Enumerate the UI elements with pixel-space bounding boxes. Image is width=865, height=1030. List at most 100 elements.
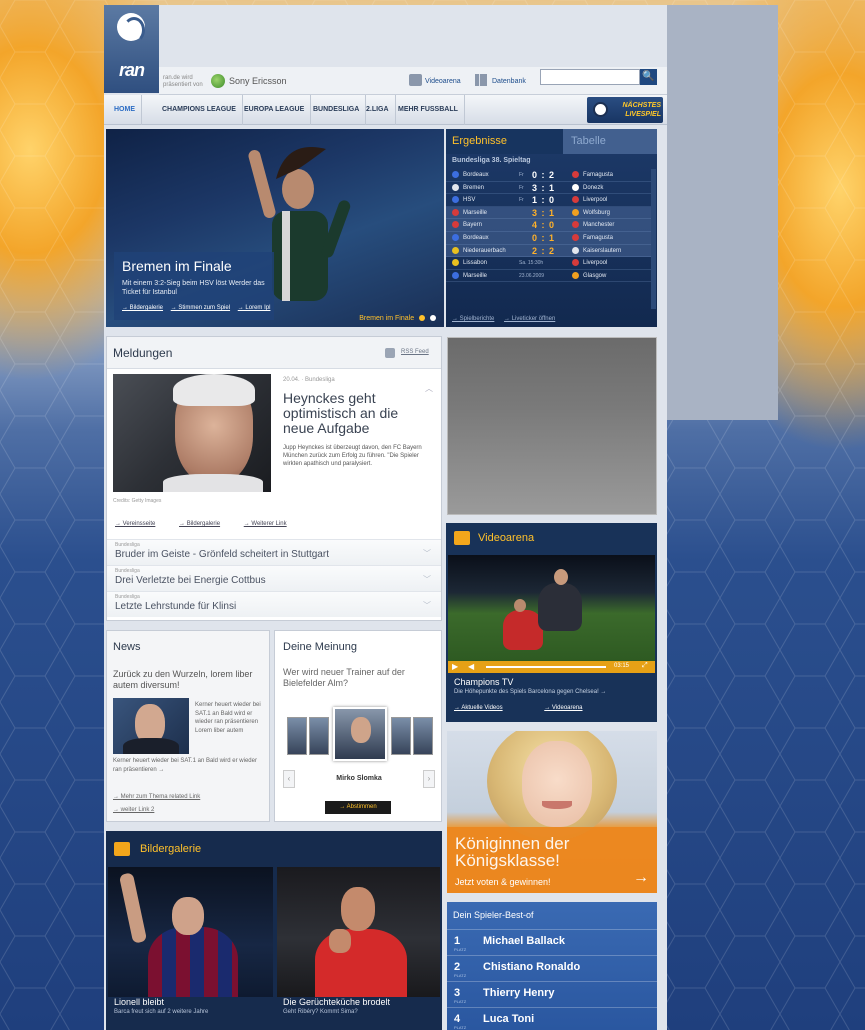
pager-dot-active[interactable] (419, 315, 426, 322)
header-bar: ran.de wird präsentiert von Sony Ericsso… (159, 67, 667, 95)
chevron-down-icon[interactable]: ﹀ (423, 574, 431, 585)
candidate-thumb[interactable] (309, 717, 329, 755)
carousel-next-button[interactable]: › (423, 770, 435, 788)
spielberichte-link[interactable]: → Spielberichte (452, 316, 494, 322)
table-row[interactable]: Bremen Fr 3 : 1 Donezk (446, 182, 651, 195)
videoarena-link[interactable]: Videoarena (425, 78, 461, 85)
search-input[interactable] (540, 69, 640, 85)
nav-item-europa-league[interactable]: EUROPA LEAGUE (238, 95, 312, 125)
ranking-row[interactable]: 1 PLATZ Michael Ballack (447, 929, 657, 955)
queens-promo[interactable]: Königinnen der Königsklasse! Jetzt voten… (447, 731, 657, 893)
table-row[interactable]: Bordeaux Fr 0 : 2 Famagusta (446, 169, 651, 182)
team-crest-icon (572, 171, 579, 178)
ranking-row[interactable]: 4 PLATZ Luca Toni (447, 1007, 657, 1030)
table-row[interactable]: Bordeaux 0 : 1 Famagusta (446, 231, 651, 245)
match-score: 0 : 2 (532, 170, 556, 180)
vote-button[interactable]: → Abstimmen (325, 801, 391, 814)
arrow-right-icon[interactable]: → (633, 869, 649, 887)
candidate-thumb[interactable] (391, 717, 411, 755)
nav-item-2-liga[interactable]: 2.LIGA (360, 95, 396, 125)
videoarena-footer-link[interactable]: → Videoarena (544, 705, 582, 711)
meldungen-title: Meldungen (113, 346, 173, 360)
candidate-photo[interactable] (333, 707, 387, 761)
video-time: 03:15 (614, 663, 630, 669)
item-title: Letzte Lehrstunde für Klinsi (115, 601, 237, 612)
search-icon[interactable]: 🔍 (640, 69, 657, 85)
database-icon[interactable] (475, 74, 487, 86)
gallery-photo-messi[interactable] (108, 867, 273, 997)
video-camera-icon[interactable] (409, 74, 422, 86)
away-team: Famagusta (583, 234, 614, 241)
table-row[interactable]: Marseille 3 : 1 Wolfsburg (446, 206, 651, 220)
team-crest-icon (572, 233, 579, 241)
heynckes-photo[interactable] (113, 374, 271, 492)
sponsor-name[interactable]: Sony Ericsson (229, 76, 287, 86)
video-show-title[interactable]: Champions TV (454, 677, 513, 687)
tab-tabelle[interactable]: Tabelle (563, 129, 657, 154)
table-row[interactable]: Marseille 23.06.2009 Glasgow (446, 270, 651, 283)
item-category: Bundesliga (115, 542, 140, 548)
kerner-photo[interactable] (113, 698, 189, 754)
hero-link-lorem[interactable]: → Lorem Ipl (238, 305, 271, 311)
table-row[interactable]: Lissabon Sa. 15:30h Liverpool (446, 257, 651, 270)
play-icon[interactable]: ▶ (452, 662, 458, 671)
videoarena-widget: Videoarena ▶ ◀ 03:15 ⤢ Champions TV Die … (446, 523, 657, 722)
article-headline[interactable]: Heynckes geht optimistisch an die neue A… (283, 391, 433, 436)
gallery-photo-ribery[interactable] (277, 867, 440, 997)
ran-logo[interactable]: ran (104, 5, 159, 93)
rss-icon[interactable] (385, 348, 395, 358)
ranking-row[interactable]: 3 PLATZ Thierry Henry (447, 981, 657, 1007)
weiterer-link[interactable]: → Weiterer Link (244, 521, 287, 527)
table-row[interactable]: Niederauerbach 2 : 2 Kaiserslautern (446, 244, 651, 258)
collar-image (163, 474, 263, 492)
hero-teaser[interactable]: Bremen im Finale Mit einem 3:2-Sieg beim… (106, 129, 444, 327)
bildergalerie-link[interactable]: → Bildergalerie (179, 521, 220, 527)
table-row[interactable]: HSV Fr 1 : 0 Liverpool (446, 194, 651, 207)
chevron-down-icon[interactable]: ﹀ (423, 548, 431, 559)
datenbank-link[interactable]: Datenbank (492, 78, 526, 85)
tab-ergebnisse[interactable]: Ergebnisse (446, 129, 563, 154)
candidate-thumb[interactable] (413, 717, 433, 755)
home-team: Lissabon (463, 260, 488, 267)
liveticker-link[interactable]: → Liveticker öffnen (504, 316, 555, 322)
related-link[interactable]: → Mehr zum Thema related Link (113, 794, 200, 800)
gallery-caption[interactable]: Die Gerüchteküche brodelt (283, 997, 390, 1007)
next-livematch-button[interactable]: NÄCHSTES LIVESPIEL (587, 97, 663, 123)
aktuelle-videos-link[interactable]: → Aktuelle Videos (454, 705, 503, 711)
ad-placeholder[interactable] (447, 337, 657, 515)
nav-item-champions-league[interactable]: CHAMPIONS LEAGUE (156, 95, 243, 125)
gallery-caption[interactable]: Lionell bleibt (114, 997, 164, 1007)
chevron-down-icon[interactable]: ﹀ (423, 600, 431, 611)
match-score: 2 : 2 (532, 245, 556, 256)
fullscreen-icon[interactable]: ⤢ (642, 662, 648, 670)
list-item[interactable]: Bundesliga Letzte Lehrstunde für Klinsi … (107, 591, 441, 617)
nav-item-bundesliga[interactable]: BUNDESLIGA (307, 95, 367, 125)
pager-dot[interactable] (430, 315, 436, 322)
hero-link-stimmen[interactable]: → Stimmen zum Spiel (171, 305, 230, 311)
rss-feed-link[interactable]: RSS Feed (401, 349, 429, 355)
list-item[interactable]: Bundesliga Drei Verletzte bei Energie Co… (107, 565, 441, 591)
website-frame: ran ran.de wird präsentiert von Sony Eri… (104, 5, 667, 1030)
hero-link-bildergalerie[interactable]: → Bildergalerie (122, 305, 163, 311)
news-body: Kerner heuert wieder bei SAT.1 an Bald w… (113, 758, 257, 773)
weiter-link[interactable]: → weiter Link 2 (113, 807, 154, 813)
away-team: Wolfsburg (583, 209, 610, 216)
video-progress-bar[interactable] (486, 666, 606, 668)
gallery-title: Bildergalerie (140, 843, 202, 855)
ranking-row[interactable]: 2 PLATZ Chistiano Ronaldo (447, 955, 657, 981)
table-row[interactable]: Bayern 4 : 0 Manchester (446, 219, 651, 232)
promo-cta[interactable]: Jetzt voten & gewinnen! (455, 877, 551, 887)
presented-by-text: ran.de wird präsentiert von (163, 75, 203, 88)
video-description[interactable]: Die Höhepunkte des Spiels Barcelona gege… (454, 689, 606, 695)
results-scrollbar[interactable] (651, 169, 656, 309)
candidate-thumb[interactable] (287, 717, 307, 755)
nav-item-home[interactable]: HOME (108, 95, 142, 125)
hero-title[interactable]: Bremen im Finale (122, 258, 232, 274)
nav-item-mehr-fussball[interactable]: MEHR FUSSBALL (392, 95, 465, 125)
list-item[interactable]: Bundesliga Bruder im Geiste - Grönfeld s… (107, 539, 441, 565)
video-player[interactable] (448, 555, 655, 661)
news-headline[interactable]: Zurück zu den Wurzeln, lorem liber autem… (113, 669, 263, 691)
vereinsseite-link[interactable]: → Vereinsseite (115, 521, 155, 527)
home-team: Bordeaux (463, 234, 489, 241)
volume-icon[interactable]: ◀ (468, 662, 474, 671)
